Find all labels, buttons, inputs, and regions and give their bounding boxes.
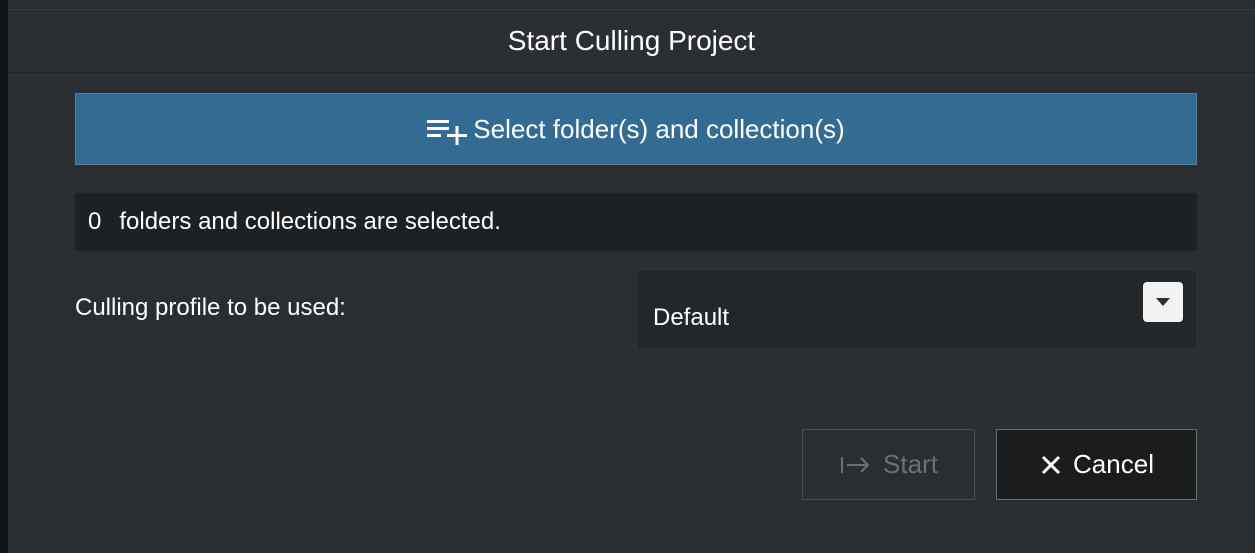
start-label: Start (883, 449, 938, 479)
dialog-title: Start Culling Project (507, 25, 756, 56)
select-folders-button[interactable]: Select folder(s) and collection(s) (75, 93, 1197, 165)
culling-profile-select[interactable]: Default (636, 269, 1197, 349)
chevron-down-icon[interactable] (1143, 282, 1183, 322)
culling-profile-label: Culling profile to be used: (75, 294, 346, 321)
culling-profile-value: Default (653, 304, 730, 331)
cancel-label: Cancel (1073, 449, 1154, 479)
select-folders-label: Select folder(s) and collection(s) (473, 113, 845, 144)
list-add-icon (427, 115, 471, 147)
close-icon (1039, 453, 1063, 477)
start-button[interactable]: Start (802, 429, 975, 500)
dialog-top-strip (8, 0, 1255, 9)
selection-status: 0 folders and collections are selected. (75, 193, 1197, 251)
dialog-title-bar: Start Culling Project (8, 9, 1255, 73)
selection-count: 0 (88, 208, 102, 235)
cancel-button[interactable]: Cancel (996, 429, 1197, 500)
start-culling-dialog: Start Culling Project Select folder(s) a… (0, 0, 1255, 553)
arrow-to-right-icon (839, 454, 873, 476)
selection-status-text: folders and collections are selected. (119, 208, 501, 235)
